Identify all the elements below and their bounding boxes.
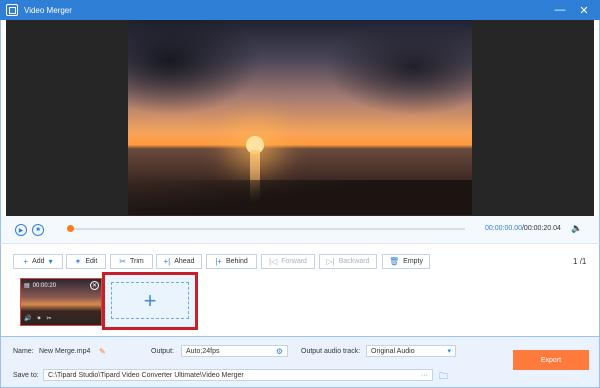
edit-label: Edit — [85, 258, 98, 265]
play-icon[interactable]: ▶ — [15, 224, 27, 236]
backward-icon: ▷| — [326, 257, 335, 266]
gear-icon[interactable]: ⚙ — [276, 347, 283, 356]
trim-button[interactable]: ✂ Trim — [110, 254, 153, 269]
name-label: Name: — [13, 348, 34, 355]
backward-label: Backward — [338, 258, 370, 265]
cloud-left — [128, 20, 268, 120]
cut-icon[interactable]: ✂ — [47, 315, 52, 322]
audio-track-label: Output audio track: — [301, 348, 361, 355]
behind-button[interactable]: |+ Behind — [206, 254, 257, 269]
empty-button[interactable]: 🗑 Empty — [382, 254, 430, 269]
empty-label: Empty — [403, 258, 423, 265]
output-field[interactable]: Auto;24fps ⚙ — [181, 345, 288, 357]
forward-icon: |◁ — [269, 257, 278, 266]
audio-track-select[interactable]: Original Audio ▾ — [366, 345, 456, 357]
current-time: 00:00:00.00 — [485, 225, 522, 232]
settings-panel: Name: New Merge.mp4 ✎ Output: Auto;24fps… — [0, 336, 600, 388]
folder-icon[interactable]: 🗀 — [439, 369, 448, 385]
remove-clip-icon[interactable]: ✕ — [90, 281, 99, 290]
timecode: 00:00:00.00/00:00:20.04 — [485, 225, 561, 232]
page-current: 1 — [573, 257, 578, 266]
edit-button[interactable]: ✶ Edit — [66, 254, 106, 269]
edit-toolbar: + Add ▾ ✶ Edit ✂ Trim +| Ahead |+ Behind |◁ For… — [0, 244, 600, 278]
film-icon: ▤ — [24, 283, 30, 289]
export-button[interactable]: Export — [513, 350, 589, 370]
volume-icon[interactable]: 🔈 — [571, 223, 582, 234]
behind-icon: |+ — [215, 257, 222, 266]
video-preview[interactable] — [128, 20, 472, 215]
title-bar: Video Merger — ✕ — [0, 0, 600, 20]
trash-icon: 🗑 — [389, 257, 400, 266]
clip-list: ▤ 00:00:20 ✕ 🔊 ✶ ✂ + — [0, 272, 600, 336]
add-button[interactable]: + Add ▾ — [13, 254, 63, 269]
add-label: Add — [32, 258, 45, 265]
cloud-right — [318, 30, 472, 120]
playback-bar: ▶ ■ 00:00:00.00/00:00:20.04 🔈 — [0, 216, 600, 244]
clip-duration-text: 00:00:20 — [32, 282, 57, 289]
page-indicator: 1 /1 — [573, 257, 586, 266]
chevron-down-icon: ▾ — [48, 257, 53, 266]
ahead-button[interactable]: +| Ahead — [156, 254, 202, 269]
plus-icon: + — [23, 257, 29, 266]
behind-label: Behind — [225, 258, 248, 265]
progress-track[interactable] — [69, 228, 465, 230]
scissors-icon: ✂ — [119, 257, 126, 266]
clip-duration: ▤ 00:00:20 — [24, 282, 57, 290]
save-path-value: C:\Tipard Studio\Tipard Video Converter … — [48, 371, 244, 379]
forward-label: Forward — [281, 258, 307, 265]
name-value[interactable]: New Merge.mp4 — [39, 348, 90, 355]
audio-track-value: Original Audio — [371, 347, 415, 355]
forward-button[interactable]: |◁ Forward — [261, 254, 315, 269]
trim-label: Trim — [129, 258, 144, 265]
window-title: Video Merger — [24, 5, 72, 15]
audio-icon[interactable]: 🔊 — [24, 315, 31, 322]
output-label: Output: — [151, 348, 174, 355]
effect-icon[interactable]: ✶ — [36, 315, 41, 322]
magic-wand-icon: ✶ — [74, 257, 82, 266]
clip-thumbnail[interactable]: ▤ 00:00:20 ✕ 🔊 ✶ ✂ — [20, 278, 102, 326]
backward-button[interactable]: ▷| Backward — [319, 254, 377, 269]
beach — [128, 180, 472, 215]
ahead-icon: +| — [163, 257, 171, 266]
ahead-label: Ahead — [174, 258, 195, 265]
close-button[interactable]: ✕ — [572, 0, 596, 20]
app-icon — [6, 4, 18, 16]
chevron-down-icon: ▾ — [447, 348, 451, 355]
browse-button[interactable]: ··· — [421, 372, 428, 379]
save-path-field[interactable]: C:\Tipard Studio\Tipard Video Converter … — [43, 369, 433, 381]
output-value: Auto;24fps — [186, 347, 220, 355]
progress-thumb[interactable] — [67, 225, 74, 232]
save-to-label: Save to: — [13, 372, 39, 379]
add-clip-slot[interactable]: + — [102, 272, 198, 330]
minimize-button[interactable]: — — [548, 0, 572, 20]
edit-name-icon[interactable]: ✎ — [99, 347, 106, 356]
total-time: /00:00:20.04 — [521, 225, 561, 232]
clip-icons: 🔊 ✶ ✂ — [24, 315, 52, 322]
stop-icon[interactable]: ■ — [32, 224, 44, 236]
add-clip-plus-icon[interactable]: + — [111, 282, 189, 319]
page-total: /1 — [579, 257, 587, 266]
